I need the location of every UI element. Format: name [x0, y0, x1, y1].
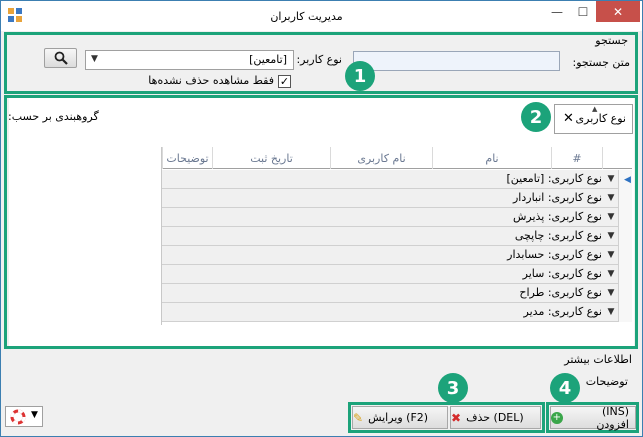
row-selector[interactable] — [618, 284, 632, 303]
pencil-icon: ✎ — [353, 410, 364, 425]
group-row[interactable]: ▼ نوع کاربری: سایر — [162, 265, 632, 284]
current-row-arrow-icon: ◀ — [624, 175, 631, 185]
group-by-label: :گروهبندی بر حسب — [8, 110, 99, 123]
chevron-down-icon[interactable]: ▼ — [604, 285, 618, 301]
minimize-icon: — — [551, 4, 563, 19]
search-button[interactable] — [44, 48, 77, 68]
column-header-notes[interactable]: توضیحات — [162, 147, 212, 169]
close-button[interactable]: ✕ — [596, 1, 640, 22]
row-selector[interactable] — [618, 208, 632, 227]
add-button[interactable]: (INS) افزودن + — [550, 404, 636, 431]
edit-button-label: (F2) ویرایش — [368, 411, 429, 424]
add-button-label: (INS) افزودن — [596, 404, 629, 431]
chevron-down-icon[interactable]: ▼ — [604, 247, 618, 263]
grid-header: # نام نام کاربری تاریخ ثبت توضیحات — [162, 147, 632, 169]
group-row[interactable]: ▼ نوع کاربری: طراح — [162, 284, 632, 303]
group-row-label: نوع کاربری: پذیرش — [512, 210, 602, 223]
group-row-label: نوع کاربری: مدیر — [523, 305, 602, 318]
group-row[interactable]: ▼ نوع کاربری: چاپچی — [162, 227, 632, 246]
group-row-label: نوع کاربری: چاپچی — [514, 229, 602, 242]
annotation-badge-2: 2 — [521, 102, 551, 132]
maximize-button[interactable]: ☐ — [570, 1, 596, 22]
chevron-down-icon[interactable]: ▼ — [604, 190, 618, 206]
plus-circle-icon: + — [551, 411, 563, 424]
magnifier-icon — [54, 51, 68, 65]
group-row-label: نوع کاربری: طراح — [519, 286, 602, 299]
row-selector[interactable] — [618, 265, 632, 284]
annotation-badge-3: 3 — [438, 373, 468, 403]
title-bar: مدیریت کاربران — ☐ ✕ — [1, 1, 642, 31]
column-header-created-date[interactable]: تاریخ ثبت — [212, 147, 330, 169]
minimize-button[interactable]: — — [544, 1, 570, 22]
maximize-icon: ☐ — [577, 4, 589, 19]
group-row[interactable]: ▼ نوع کاربری: انباردار — [162, 189, 632, 208]
chevron-down-icon[interactable]: ▼ — [604, 266, 618, 282]
row-selector[interactable] — [618, 303, 632, 322]
group-row-label: نوع کاربری: حسابدار — [507, 248, 602, 261]
close-icon: ✕ — [612, 4, 624, 19]
user-type-select[interactable]: [تامعین] ▼ — [85, 50, 294, 70]
remove-group-icon[interactable]: ✕ — [563, 111, 574, 126]
group-row[interactable]: ▼ نوع کاربری: [تامعین] — [162, 170, 632, 189]
edit-button[interactable]: (F2) ویرایش ✎ — [352, 406, 448, 429]
delete-button-label: (DEL) حذف — [466, 411, 524, 424]
user-type-label: نوع کاربر: — [296, 53, 342, 66]
chevron-down-icon[interactable]: ▼ — [604, 171, 618, 187]
delete-button[interactable]: (DEL) حذف ✖ — [450, 406, 541, 429]
group-row[interactable]: ▼ نوع کاربری: حسابدار — [162, 246, 632, 265]
column-header-username[interactable]: نام کاربری — [330, 147, 432, 169]
chevron-down-icon[interactable]: ▼ — [604, 209, 618, 225]
delete-x-icon: ✖ — [451, 410, 462, 425]
annotation-badge-1: 1 — [345, 61, 375, 91]
only-not-deleted-checkbox[interactable]: ✓ — [278, 75, 291, 88]
only-not-deleted-label: فقط مشاهده حذف نشده‌ها — [148, 74, 274, 87]
notes-label: توضیحات — [585, 375, 628, 388]
column-header-index[interactable]: # — [551, 147, 602, 169]
group-row[interactable]: ▼ نوع کاربری: مدیر — [162, 303, 632, 322]
chevron-down-icon[interactable]: ▼ — [604, 304, 618, 320]
help-dropdown[interactable]: ▼ — [5, 406, 43, 427]
row-selector[interactable] — [618, 189, 632, 208]
users-grid: # نام نام کاربری تاریخ ثبت توضیحات ▼ نوع… — [161, 147, 632, 325]
group-row[interactable]: ▼ نوع کاربری: پذیرش — [162, 208, 632, 227]
row-selector[interactable] — [618, 227, 632, 246]
chevron-down-icon: ▼ — [31, 410, 38, 420]
chevron-down-icon[interactable]: ▼ — [604, 228, 618, 244]
chevron-down-icon: ▼ — [91, 54, 98, 64]
search-group-title: جستجو — [595, 34, 628, 47]
column-header-selector — [602, 147, 632, 169]
group-chip-label: نوع کاربری — [575, 112, 626, 125]
group-by-chip-user-type[interactable]: ▲ نوع کاربری ✕ — [554, 104, 633, 134]
group-row-label: نوع کاربری: انباردار — [512, 191, 602, 204]
row-selector[interactable] — [618, 246, 632, 265]
lifebuoy-icon — [10, 409, 26, 425]
annotation-badge-4: 4 — [550, 373, 580, 403]
group-row-label: نوع کاربری: سایر — [522, 267, 602, 280]
column-header-name[interactable]: نام — [432, 147, 551, 169]
users-management-window: مدیریت کاربران — ☐ ✕ جستجو متن جستجو: نو… — [0, 0, 643, 437]
user-type-value: [تامعین] — [249, 53, 287, 66]
search-text-input[interactable] — [353, 51, 560, 71]
search-text-label: متن جستجو: — [572, 56, 630, 69]
group-row-label: نوع کاربری: [تامعین] — [506, 172, 602, 185]
details-title: اطلاعات بیشتر — [564, 353, 632, 366]
window-title: مدیریت کاربران — [270, 10, 343, 23]
